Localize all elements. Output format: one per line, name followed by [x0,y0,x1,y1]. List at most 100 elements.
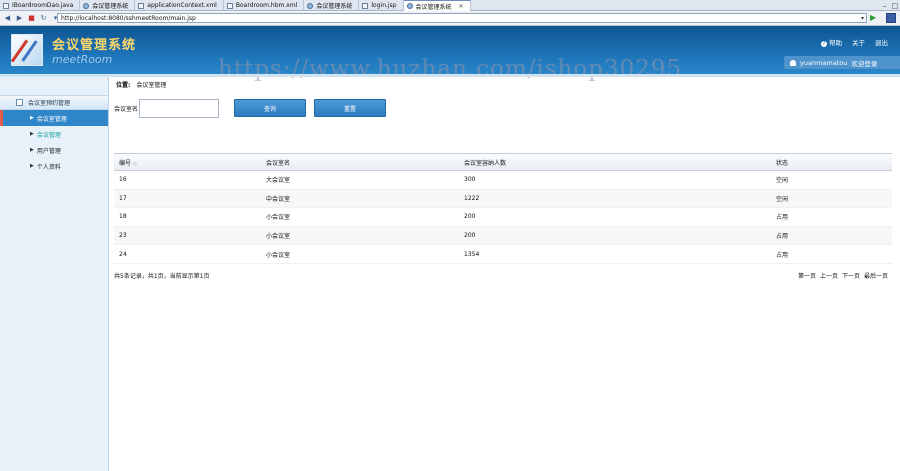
editor-tab-strip: IBoardroomDao.java 会议管理系统 applicationCon… [0,0,900,11]
app-title: 会议管理系统 [52,38,137,53]
cell-status: 空闲 [776,195,789,203]
sidebar-item-user-management[interactable]: ▶ 用户管理 [0,142,108,158]
room-name-input[interactable] [139,99,220,118]
editor-tab[interactable]: applicationContext.xml [135,0,224,11]
editor-tab-label: IBoardroomDao.java [12,2,74,9]
column-header-id[interactable]: 编号 ◇ [114,158,266,167]
logo [10,34,43,66]
minimize-icon[interactable]: – [883,2,887,10]
editor-tab[interactable]: IBoardroomDao.java [0,0,81,11]
column-header-status[interactable]: 状态 [776,158,892,167]
xml-file-icon [138,2,145,9]
table-row[interactable]: 18 小会议室 200 占用 [114,208,892,227]
table-row[interactable]: 23 小会议室 200 占用 [114,226,892,246]
cell-name: 小会议室 [266,251,291,259]
last-page-link[interactable]: 最后一页 [864,271,888,280]
user-icon [790,59,796,66]
table-row[interactable]: 17 中会议室 1222 空闲 [114,189,892,209]
sidebar-item-label: 用户管理 [36,147,61,155]
cell-capacity: 1222 [464,194,480,202]
editor-tab-active[interactable]: 会议管理系统 ✕ [403,0,471,11]
sidebar-section-label: 会议室预约管理 [28,100,71,107]
app-header: 会议管理系统 meetRoom ? 帮助 关于 退出 yuanmamatou 欢迎… [0,26,900,82]
sidebar-item-room-management[interactable]: ▶ 会议室管理 [0,110,108,126]
cell-status: 占用 [776,214,789,222]
editor-tab-label: applicationContext.xml [147,2,217,9]
triangle-right-icon: ▶ [30,115,34,121]
cell-status: 占用 [776,251,789,259]
url-input[interactable]: http://localhost:8080/sshmeetRoom/main.j… [57,13,867,23]
globe-icon [83,2,90,9]
help-label: 帮助 [829,39,842,47]
cell-id: 24 [119,250,127,258]
column-header-capacity[interactable]: 会议室容纳人数 [464,158,776,167]
prev-page-link[interactable]: 上一页 [820,271,838,280]
sidebar-item-label: 会议管理 [36,131,61,139]
editor-tab-label: login.jsp [371,2,397,9]
refresh-icon[interactable]: ↻ [39,14,48,23]
cell-name: 中会议室 [266,195,291,203]
query-button[interactable]: 查询 [234,99,306,117]
column-header-name[interactable]: 会议室名 [266,158,464,167]
sidebar-section-meeting-booking[interactable]: 会议室预约管理 [0,95,108,110]
cell-name: 小会议室 [266,233,291,241]
sort-icon: ◇ [133,160,137,167]
column-header-label: 编号 [119,159,132,167]
triangle-right-icon: ▶ [30,131,34,137]
cell-capacity: 200 [464,213,476,221]
browser-toolbar: ◀ ▶ ■ ↻ ▾ http://localhost:8080/sshmeetR… [0,11,900,26]
table-header: 编号 ◇ 会议室名 会议室容纳人数 状态 [114,154,892,171]
chevron-down-icon[interactable]: ▾ [861,14,864,23]
cell-id: 16 [119,176,127,184]
breadcrumb-value: 会议室管理 [136,82,167,89]
editor-tab-label: 会议管理系统 [316,3,353,10]
welcome-text: 欢迎登录 [851,59,878,68]
editor-tab-label: Boardroom.hbm.xml [235,2,298,9]
breadcrumb: 位置: 会议室管理 [116,80,166,89]
cell-id: 23 [119,232,127,240]
pagination: 共5条记录，共1页，当前显示第1页 第一页 上一页 下一页 最后一页 [114,269,892,281]
window-controls: – □ [883,0,898,11]
editor-tab[interactable]: login.jsp [359,0,404,11]
forward-arrow-icon[interactable]: ▶ [15,14,24,23]
cell-status: 占用 [776,233,789,241]
logout-link[interactable]: 退出 [875,37,888,47]
go-icon[interactable]: ▶ [870,13,876,22]
folder-icon [16,99,23,106]
triangle-right-icon: ▶ [30,163,34,169]
editor-tab[interactable]: Boardroom.hbm.xml [224,0,305,11]
cell-capacity: 200 [464,232,476,240]
sidebar-item-label: 会议室管理 [36,115,67,123]
first-page-link[interactable]: 第一页 [798,271,816,280]
table-row[interactable]: 24 小会议室 1354 占用 [114,245,892,264]
xml-file-icon [226,2,233,9]
cell-status: 空闲 [776,177,789,185]
next-page-link[interactable]: 下一页 [842,271,860,280]
reset-button[interactable]: 重置 [314,99,386,117]
stop-icon[interactable]: ■ [27,14,36,23]
help-icon: ? [821,41,827,47]
breadcrumb-label: 位置: [116,82,131,89]
editor-tab[interactable]: 会议管理系统 [304,0,360,11]
sidebar: 会议室预约管理 ▶ 会议室管理 ▶ 会议管理 ▶ 用户管理 ▶ 个人资料 [0,77,109,471]
about-link[interactable]: 关于 [852,37,865,47]
editor-tab-label: 会议管理系统 [415,3,452,11]
maximize-icon[interactable]: □ [891,2,898,10]
help-link[interactable]: ? 帮助 [821,37,842,47]
back-arrow-icon[interactable]: ◀ [3,14,12,23]
sidebar-item-meeting-management[interactable]: ▶ 会议管理 [0,126,108,142]
cell-id: 18 [119,213,127,221]
browser-menu-icon[interactable] [886,13,896,23]
editor-tab-label: 会议管理系统 [92,3,129,10]
close-icon[interactable]: ✕ [459,3,464,10]
sidebar-item-profile[interactable]: ▶ 个人资料 [0,158,108,174]
search-form: 会议室名 [114,99,220,118]
editor-tab[interactable]: 会议管理系统 [80,0,136,11]
jsp-file-icon [362,2,369,9]
room-table: 编号 ◇ 会议室名 会议室容纳人数 状态 16 大会议室 300 空闲 17 中会… [114,153,892,264]
cell-name: 大会议室 [266,177,291,185]
table-row[interactable]: 16 大会议室 300 空闲 [114,171,892,190]
cell-capacity: 300 [464,176,476,184]
main-content: 位置: 会议室管理 会议室名 查询 重置 编号 ◇ 会议室名 会议室容纳人数 状态… [110,77,900,471]
globe-icon [307,2,314,9]
